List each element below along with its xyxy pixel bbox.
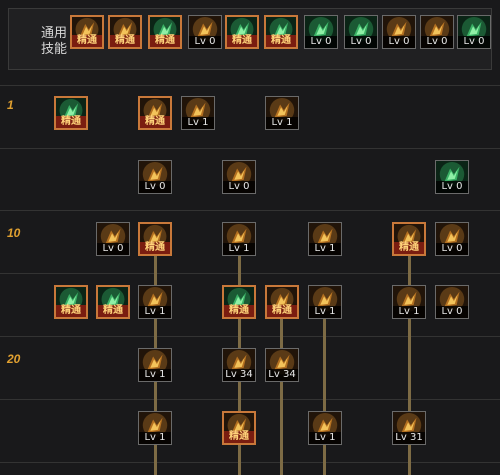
skill-level-badge: Lv 0 — [305, 36, 337, 48]
skill-slot-r6b[interactable]: 精通 — [222, 411, 256, 445]
skill-slot-c2[interactable]: 精通 — [108, 15, 142, 49]
skill-slot-r6a[interactable]: Lv 1 — [138, 411, 172, 445]
skill-level-badge: 精通 — [227, 35, 257, 47]
skill-level-badge: Lv 0 — [458, 36, 490, 48]
common-skills-label-line1: 通用 — [40, 26, 67, 41]
skill-level-badge: 精通 — [98, 305, 128, 317]
row-divider — [0, 273, 500, 274]
skill-slot-r4c[interactable]: Lv 1 — [138, 285, 172, 319]
level-marker: 1 — [7, 98, 14, 112]
row-divider — [0, 462, 500, 463]
skill-level-badge: Lv 0 — [436, 306, 468, 318]
skill-slot-r2a[interactable]: Lv 0 — [138, 160, 172, 194]
level-marker: 10 — [7, 226, 21, 240]
skill-level-badge: 精通 — [110, 35, 140, 47]
skill-slot-c4[interactable]: Lv 0 — [188, 15, 222, 49]
skill-slot-c9[interactable]: Lv 0 — [382, 15, 416, 49]
skill-level-badge: Lv 1 — [266, 117, 298, 129]
skill-level-badge: 精通 — [56, 305, 86, 317]
common-skills-label-line2: 技能 — [40, 42, 67, 57]
skill-slot-r1b[interactable]: 精通 — [138, 96, 172, 130]
skill-level-badge: Lv 31 — [393, 432, 425, 444]
skill-slot-r6c[interactable]: Lv 1 — [308, 411, 342, 445]
skill-slot-c7[interactable]: Lv 0 — [304, 15, 338, 49]
skill-level-badge: Lv 34 — [266, 369, 298, 381]
skill-level-badge: Lv 1 — [139, 369, 171, 381]
skill-slot-c10[interactable]: Lv 0 — [420, 15, 454, 49]
skill-level-badge: Lv 1 — [309, 243, 341, 255]
skill-connector-line — [280, 316, 283, 475]
skill-slot-c6[interactable]: 精通 — [264, 15, 298, 49]
skill-level-badge: 精通 — [72, 35, 102, 47]
skill-slot-r3d[interactable]: Lv 1 — [308, 222, 342, 256]
skill-level-badge: Lv 1 — [309, 306, 341, 318]
skill-slot-c3[interactable]: 精通 — [148, 15, 182, 49]
skill-slot-r4e[interactable]: 精通 — [265, 285, 299, 319]
skill-connector-line — [323, 316, 326, 475]
skill-tree-window: 通用 技能 1 精通 精通 Lv 1 Lv 1 Lv 0 Lv 0 Lv 0 10 Lv 0 精通 L… — [0, 0, 500, 475]
skill-slot-r2b[interactable]: Lv 0 — [222, 160, 256, 194]
skill-level-badge: Lv 1 — [309, 432, 341, 444]
skill-slot-r4h[interactable]: Lv 0 — [435, 285, 469, 319]
skill-slot-r4f[interactable]: Lv 1 — [308, 285, 342, 319]
skill-level-badge: Lv 0 — [223, 181, 255, 193]
skill-level-badge: 精通 — [224, 305, 254, 317]
skill-level-badge: Lv 1 — [182, 117, 214, 129]
skill-level-badge: 精通 — [140, 116, 170, 128]
skill-level-badge: 精通 — [140, 242, 170, 254]
skill-slot-r3e[interactable]: 精通 — [392, 222, 426, 256]
skill-slot-r1c[interactable]: Lv 1 — [181, 96, 215, 130]
skill-level-badge: 精通 — [267, 305, 297, 317]
row-divider — [0, 399, 500, 400]
row-divider — [0, 85, 500, 86]
skill-level-badge: Lv 0 — [139, 181, 171, 193]
skill-level-badge: Lv 34 — [223, 369, 255, 381]
level-marker: 20 — [7, 352, 21, 366]
skill-level-badge: Lv 0 — [421, 36, 453, 48]
common-skills-label: 通用 技能 — [39, 26, 69, 58]
skill-slot-c1[interactable]: 精通 — [70, 15, 104, 49]
skill-slot-r3c[interactable]: Lv 1 — [222, 222, 256, 256]
skill-slot-c11[interactable]: Lv 0 — [457, 15, 491, 49]
skill-level-badge: 精通 — [394, 242, 424, 254]
skill-slot-r4a[interactable]: 精通 — [54, 285, 88, 319]
row-divider — [0, 336, 500, 337]
skill-level-badge: Lv 1 — [393, 306, 425, 318]
skill-slot-r3b[interactable]: 精通 — [138, 222, 172, 256]
skill-level-badge: 精通 — [224, 431, 254, 443]
skill-slot-c5[interactable]: 精通 — [225, 15, 259, 49]
skill-level-badge: Lv 0 — [436, 243, 468, 255]
skill-slot-r3f[interactable]: Lv 0 — [435, 222, 469, 256]
skill-level-badge: Lv 0 — [189, 36, 221, 48]
row-divider — [0, 210, 500, 211]
skill-level-badge: Lv 0 — [436, 181, 468, 193]
skill-slot-r4d[interactable]: 精通 — [222, 285, 256, 319]
skill-slot-r2c[interactable]: Lv 0 — [435, 160, 469, 194]
skill-slot-r1a[interactable]: 精通 — [54, 96, 88, 130]
skill-level-badge: Lv 0 — [345, 36, 377, 48]
row-divider — [0, 148, 500, 149]
skill-level-badge: Lv 1 — [223, 243, 255, 255]
skill-level-badge: 精通 — [56, 116, 86, 128]
skill-level-badge: Lv 0 — [97, 243, 129, 255]
skill-slot-r3a[interactable]: Lv 0 — [96, 222, 130, 256]
skill-slot-r1d[interactable]: Lv 1 — [265, 96, 299, 130]
skill-slot-c8[interactable]: Lv 0 — [344, 15, 378, 49]
skill-slot-r6d[interactable]: Lv 31 — [392, 411, 426, 445]
skill-slot-r4b[interactable]: 精通 — [96, 285, 130, 319]
skill-level-badge: 精通 — [150, 35, 180, 47]
skill-level-badge: Lv 0 — [383, 36, 415, 48]
skill-slot-r5a[interactable]: Lv 1 — [138, 348, 172, 382]
skill-slot-r5b[interactable]: Lv 34 — [222, 348, 256, 382]
skill-slot-r4g[interactable]: Lv 1 — [392, 285, 426, 319]
skill-level-badge: 精通 — [266, 35, 296, 47]
skill-slot-r5c[interactable]: Lv 34 — [265, 348, 299, 382]
skill-level-badge: Lv 1 — [139, 432, 171, 444]
skill-level-badge: Lv 1 — [139, 306, 171, 318]
